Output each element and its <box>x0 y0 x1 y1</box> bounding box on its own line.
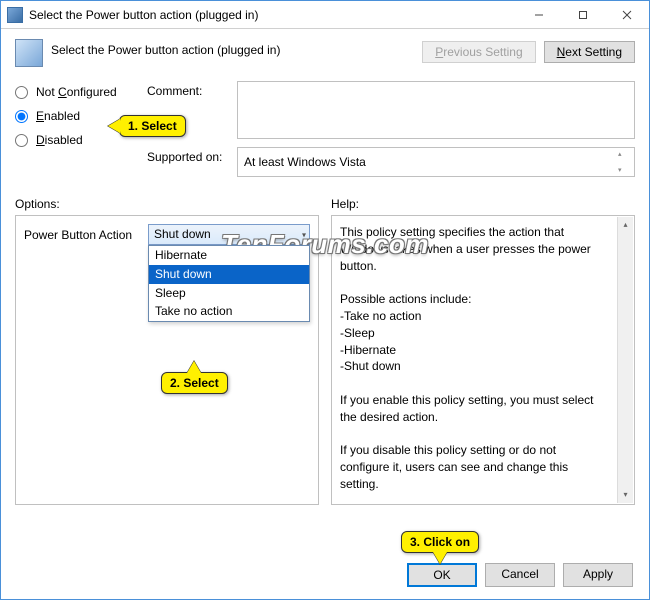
supported-on-box: At least Windows Vista ▴ ▾ <box>237 147 635 177</box>
nav-buttons: Previous Setting Next Setting <box>422 41 635 63</box>
scroll-up-icon: ▴ <box>618 217 633 233</box>
radio-not-configured-label: Not Configured <box>36 85 117 99</box>
option-row: Power Button Action Shut down ▾ Hibernat… <box>24 224 310 245</box>
radio-not-configured[interactable]: Not Configured <box>15 85 147 99</box>
policy-title: Select the Power button action (plugged … <box>51 39 422 57</box>
help-b2: -Sleep <box>340 325 606 342</box>
help-p4: If you disable this policy setting or do… <box>340 442 606 492</box>
supported-label: Supported on: <box>147 147 237 177</box>
help-p2: Possible actions include: <box>340 291 606 308</box>
combo-selected: Shut down <box>154 226 211 243</box>
window-title: Select the Power button action (plugged … <box>29 8 517 22</box>
policy-editor-window: Select the Power button action (plugged … <box>0 0 650 600</box>
annotation-3-click-on: 3. Click on <box>401 531 479 553</box>
cancel-button[interactable]: Cancel <box>485 563 555 587</box>
comment-row: Comment: <box>147 81 635 139</box>
prev-label: revious Setting <box>443 45 522 59</box>
supported-spin[interactable]: ▴ ▾ <box>618 150 632 174</box>
combo-option-shut-down[interactable]: Shut down <box>149 265 309 284</box>
help-column: Help: This policy setting specifies the … <box>331 197 635 505</box>
chevron-down-icon: ▾ <box>302 229 306 240</box>
help-panel: This policy setting specifies the action… <box>331 215 635 505</box>
next-label: ext Setting <box>565 45 622 59</box>
radio-enabled-label: Enabled <box>36 109 80 123</box>
close-icon <box>622 10 632 20</box>
spin-up-icon: ▴ <box>618 150 632 158</box>
columns: Options: Power Button Action Shut down ▾… <box>15 197 635 505</box>
close-button[interactable] <box>605 1 649 29</box>
maximize-button[interactable] <box>561 1 605 29</box>
help-header: Help: <box>331 197 635 211</box>
help-p3: If you enable this policy setting, you m… <box>340 392 606 426</box>
annotation-2-select: 2. Select <box>161 372 228 394</box>
apply-button[interactable]: Apply <box>563 563 633 587</box>
previous-setting-button: Previous Setting <box>422 41 535 63</box>
combo-option-hibernate[interactable]: Hibernate <box>149 246 309 265</box>
config-right: Comment: Supported on: At least Windows … <box>147 81 635 183</box>
power-button-action-label: Power Button Action <box>24 224 142 244</box>
next-setting-button[interactable]: Next Setting <box>544 41 635 63</box>
options-header: Options: <box>15 197 319 211</box>
header-row: Select the Power button action (plugged … <box>15 39 635 67</box>
comment-input[interactable] <box>237 81 635 139</box>
minimize-icon <box>534 10 544 20</box>
combo-dropdown: Hibernate Shut down Sleep Take no action <box>148 245 310 322</box>
combo-option-sleep[interactable]: Sleep <box>149 284 309 303</box>
help-b1: -Take no action <box>340 308 606 325</box>
spin-down-icon: ▾ <box>618 166 632 174</box>
options-panel: Power Button Action Shut down ▾ Hibernat… <box>15 215 319 505</box>
dialog-actions: OK Cancel Apply <box>407 563 633 587</box>
scroll-down-icon: ▾ <box>618 487 633 503</box>
radio-not-configured-input[interactable] <box>15 86 28 99</box>
client-area: Select the Power button action (plugged … <box>1 29 649 599</box>
combo-display[interactable]: Shut down ▾ <box>148 224 310 245</box>
supported-on-value: At least Windows Vista <box>244 155 366 169</box>
radio-disabled-input[interactable] <box>15 134 28 147</box>
help-p1: This policy setting specifies the action… <box>340 224 606 274</box>
help-scrollbar[interactable]: ▴ ▾ <box>617 217 633 503</box>
radio-enabled-input[interactable] <box>15 110 28 123</box>
radio-disabled-label: Disabled <box>36 133 83 147</box>
options-column: Options: Power Button Action Shut down ▾… <box>15 197 319 505</box>
maximize-icon <box>578 10 588 20</box>
app-icon <box>7 7 23 23</box>
power-button-action-combo[interactable]: Shut down ▾ Hibernate Shut down Sleep Ta… <box>148 224 310 245</box>
window-controls <box>517 1 649 29</box>
help-text: This policy setting specifies the action… <box>340 224 626 493</box>
help-b3: -Hibernate <box>340 342 606 359</box>
title-bar: Select the Power button action (plugged … <box>1 1 649 29</box>
minimize-button[interactable] <box>517 1 561 29</box>
ok-button[interactable]: OK <box>407 563 477 587</box>
help-b4: -Shut down <box>340 358 606 375</box>
supported-row: Supported on: At least Windows Vista ▴ ▾ <box>147 147 635 177</box>
policy-icon <box>15 39 43 67</box>
annotation-1-select: 1. Select <box>119 115 186 137</box>
combo-option-take-no-action[interactable]: Take no action <box>149 302 309 321</box>
